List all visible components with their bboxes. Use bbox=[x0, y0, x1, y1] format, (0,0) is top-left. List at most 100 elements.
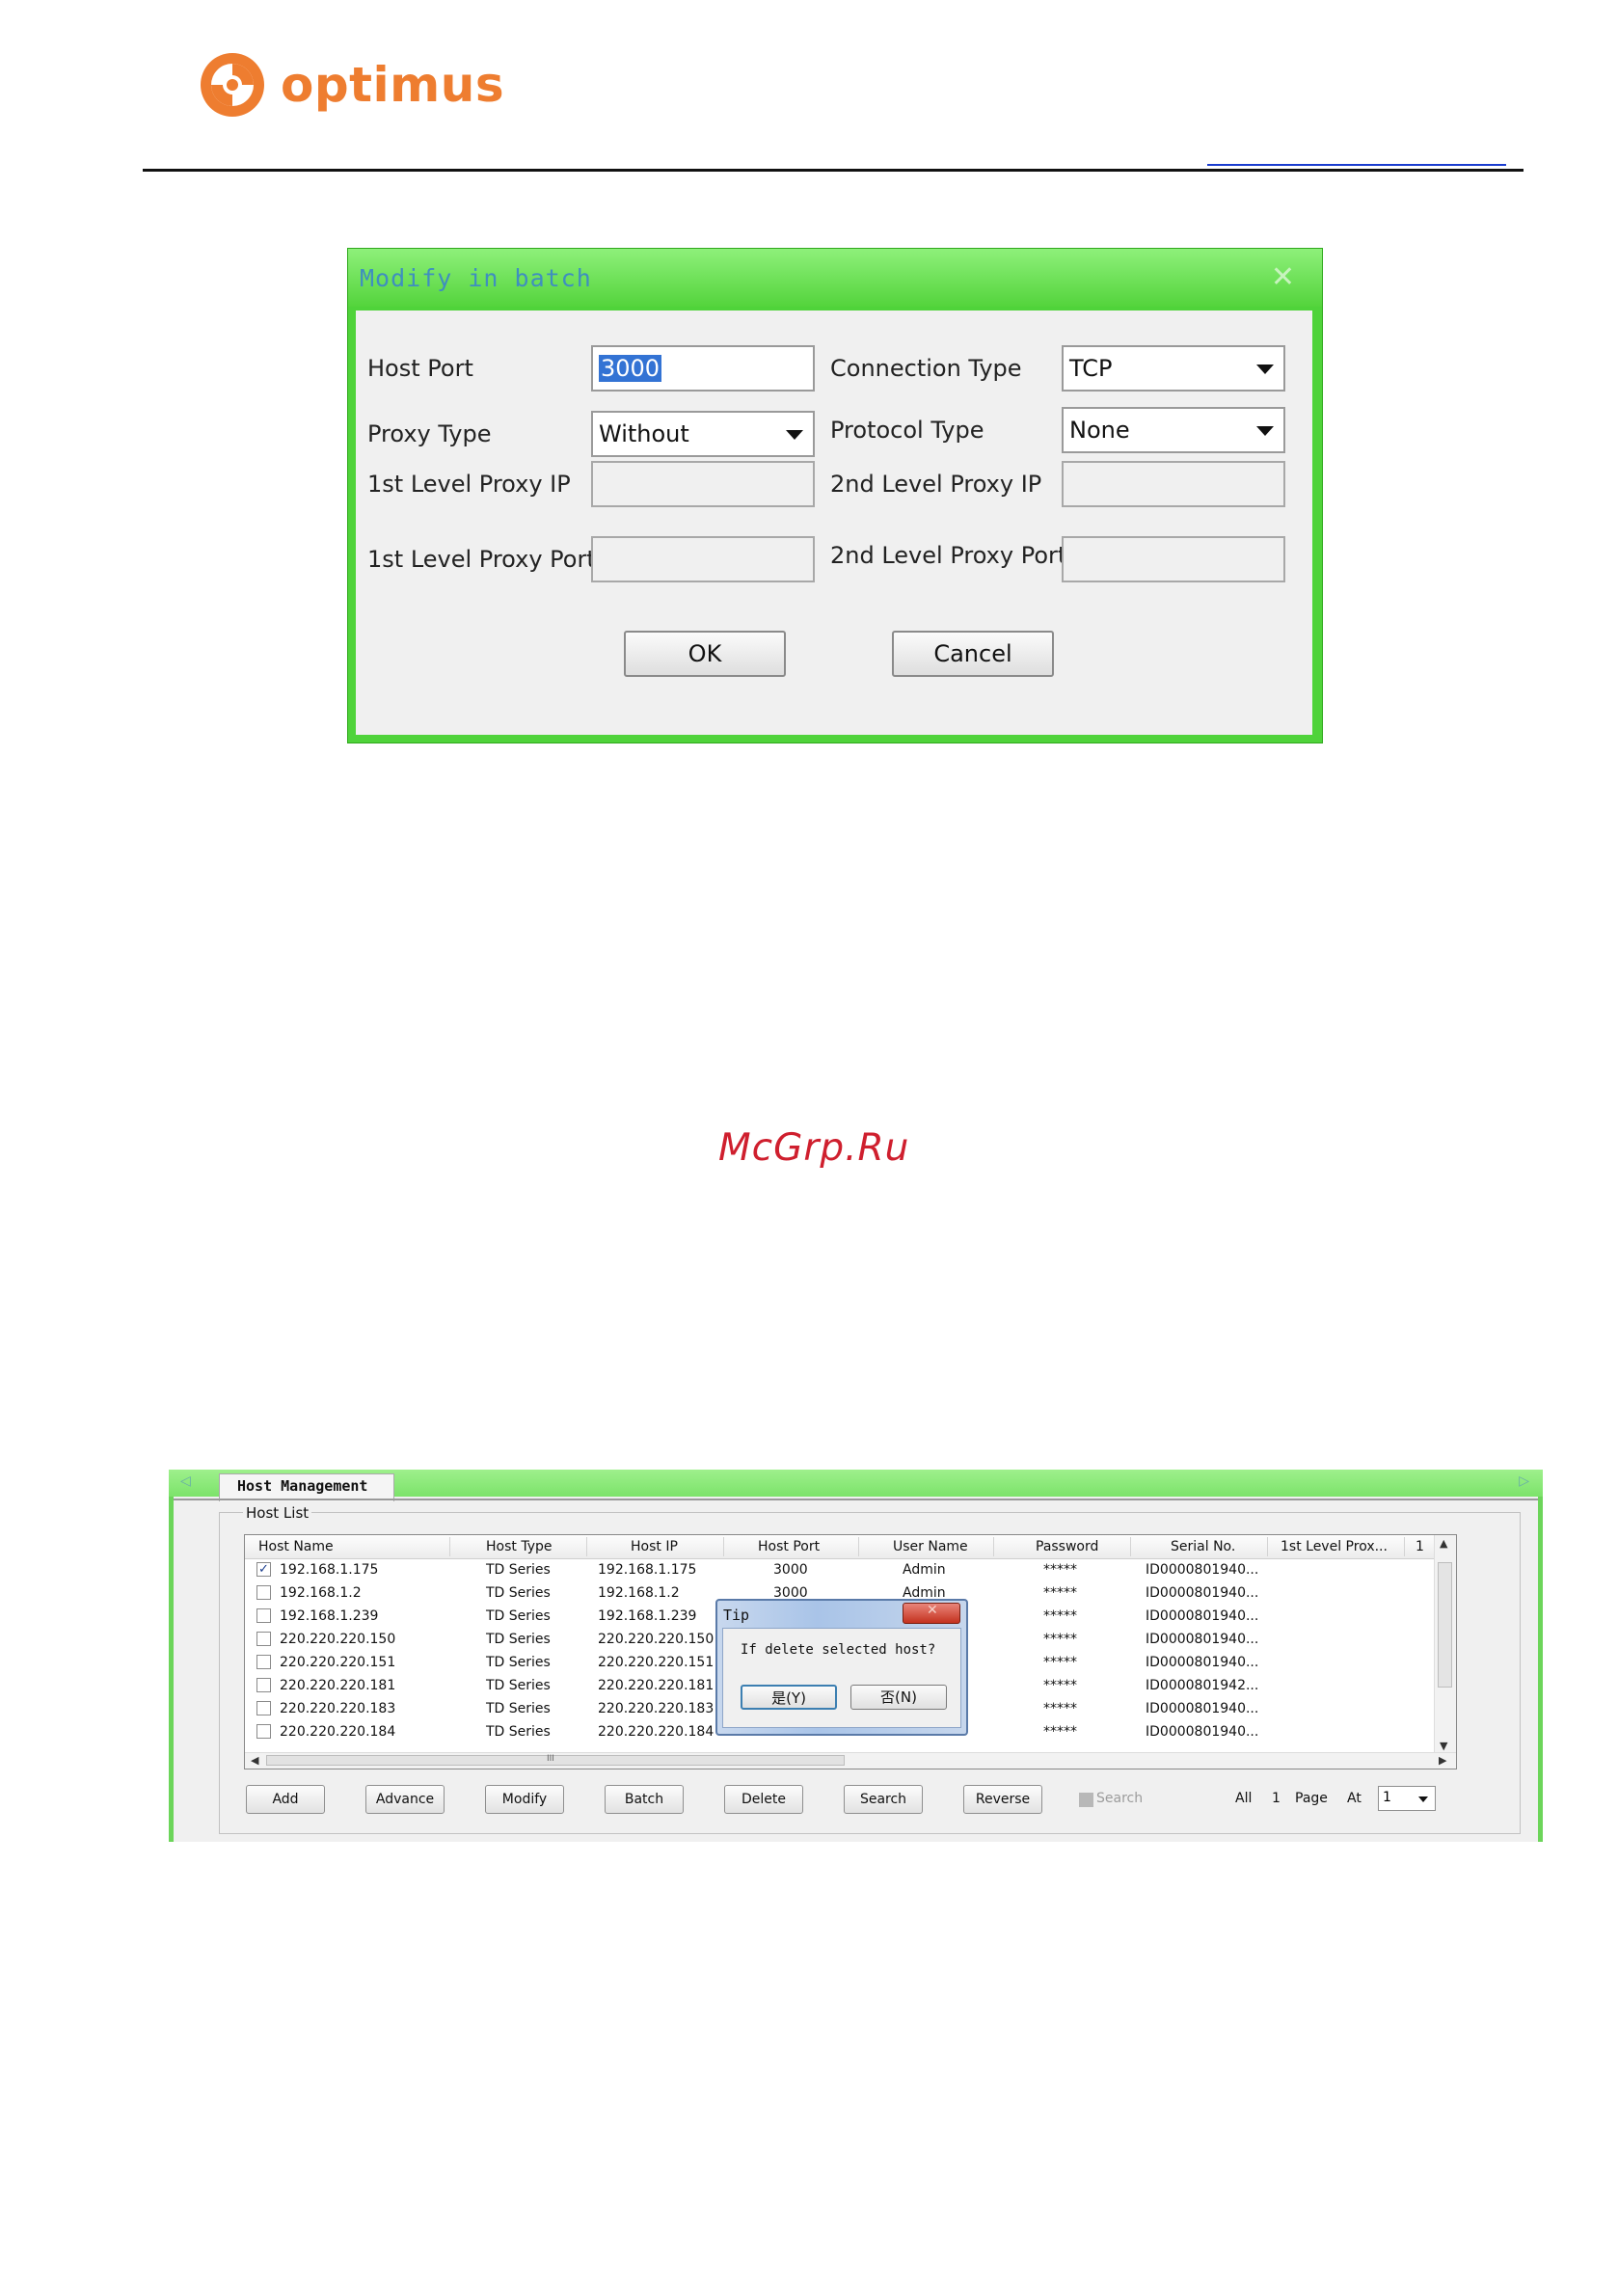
proxy-type-select[interactable]: Without bbox=[591, 411, 815, 457]
horizontal-scrollbar[interactable]: ◀ III ▶ bbox=[245, 1752, 1456, 1769]
dialog-body: Host Port 3000 Connection Type TCP Proxy… bbox=[356, 311, 1312, 735]
password-cell: ***** bbox=[1043, 1678, 1077, 1693]
host-name-cell: 192.168.1.239 bbox=[280, 1608, 379, 1624]
tab-host-management[interactable]: Host Management bbox=[219, 1473, 394, 1501]
close-icon[interactable]: ✕ bbox=[1271, 260, 1295, 294]
row-checkbox[interactable] bbox=[256, 1701, 271, 1715]
modify-button[interactable]: Modify bbox=[485, 1785, 564, 1814]
dropdown-arrow-icon bbox=[1256, 365, 1274, 374]
serial-no-cell: ID0000801940... bbox=[1146, 1562, 1259, 1578]
horizontal-scroll-thumb[interactable]: III bbox=[266, 1754, 845, 1766]
cancel-button[interactable]: Cancel bbox=[892, 631, 1054, 677]
batch-button[interactable]: Batch bbox=[605, 1785, 684, 1814]
user-name-cell: Admin bbox=[903, 1562, 946, 1578]
password-cell: ***** bbox=[1043, 1724, 1077, 1740]
column-header-host-type[interactable]: Host Type bbox=[486, 1539, 552, 1554]
proxy1-ip-input[interactable] bbox=[591, 461, 815, 507]
column-header-password[interactable]: Password bbox=[1036, 1539, 1098, 1554]
vertical-scroll-thumb[interactable] bbox=[1438, 1562, 1452, 1688]
host-ip-cell: 192.168.1.175 bbox=[598, 1562, 697, 1578]
proxy2-ip-label: 2nd Level Proxy IP bbox=[830, 471, 1042, 498]
window-border-left bbox=[169, 1497, 174, 1842]
tab-label: Host Management bbox=[237, 1477, 368, 1495]
scroll-up-icon[interactable]: ▲ bbox=[1440, 1537, 1447, 1550]
no-button[interactable]: 否(N) bbox=[850, 1685, 947, 1710]
column-separator bbox=[1404, 1537, 1405, 1556]
chevron-down-icon bbox=[1418, 1796, 1428, 1802]
scroll-right-icon[interactable]: ▷ bbox=[1519, 1473, 1529, 1489]
host-type-cell: TD Series bbox=[486, 1562, 551, 1578]
row-checkbox[interactable] bbox=[256, 1678, 271, 1692]
vertical-scrollbar[interactable]: ▲ ▼ bbox=[1434, 1535, 1456, 1755]
column-separator bbox=[1130, 1537, 1131, 1556]
row-checkbox[interactable] bbox=[256, 1608, 271, 1623]
ok-button[interactable]: OK bbox=[624, 631, 786, 677]
protocol-type-select[interactable]: None bbox=[1062, 407, 1285, 453]
host-name-cell: 192.168.1.175 bbox=[280, 1562, 379, 1578]
row-checkbox[interactable] bbox=[256, 1632, 271, 1646]
close-icon: ✕ bbox=[927, 1603, 938, 1618]
table-row[interactable]: ✓ 192.168.1.175 TD Series 192.168.1.175 3000… bbox=[245, 1558, 1436, 1581]
dialog-title-bar[interactable]: Modify in batch ✕ bbox=[348, 249, 1322, 307]
table-header: Host Name Host Type Host IP Host Port Us… bbox=[245, 1535, 1436, 1559]
column-separator bbox=[993, 1537, 994, 1556]
tip-close-button[interactable]: ✕ bbox=[903, 1603, 960, 1624]
dropdown-arrow-icon bbox=[1256, 426, 1274, 436]
tab-strip: ◁ Host Management ▷ bbox=[169, 1470, 1543, 1501]
scroll-down-icon[interactable]: ▼ bbox=[1440, 1740, 1447, 1752]
search-button[interactable]: Search bbox=[844, 1785, 923, 1814]
column-separator bbox=[858, 1537, 859, 1556]
host-name-cell: 192.168.1.2 bbox=[280, 1585, 362, 1601]
column-header-host-port[interactable]: Host Port bbox=[758, 1539, 820, 1554]
column-header-extra[interactable]: 1 bbox=[1416, 1539, 1424, 1554]
header-separator bbox=[174, 1499, 1538, 1500]
connection-type-select[interactable]: TCP bbox=[1062, 345, 1285, 392]
column-header-proxy[interactable]: 1st Level Prox... bbox=[1281, 1539, 1388, 1554]
column-header-user-name[interactable]: User Name bbox=[893, 1539, 968, 1554]
dialog-title: Modify in batch bbox=[360, 264, 592, 292]
scroll-left-arrow-icon[interactable]: ◀ bbox=[251, 1754, 258, 1767]
row-checkbox[interactable] bbox=[256, 1724, 271, 1739]
tip-body: If delete selected host? 是(Y) 否(N) bbox=[722, 1628, 961, 1728]
column-separator bbox=[586, 1537, 587, 1556]
host-ip-cell: 220.220.220.183 bbox=[598, 1701, 715, 1716]
column-separator bbox=[449, 1537, 450, 1556]
host-type-cell: TD Series bbox=[486, 1701, 551, 1716]
column-header-host-name[interactable]: Host Name bbox=[258, 1539, 334, 1554]
proxy1-port-input[interactable] bbox=[591, 536, 815, 582]
optimus-logo-icon bbox=[201, 53, 264, 117]
row-checkbox[interactable] bbox=[256, 1655, 271, 1669]
column-header-serial-no[interactable]: Serial No. bbox=[1171, 1539, 1235, 1554]
modify-in-batch-dialog: Modify in batch ✕ Host Port 3000 Connect… bbox=[347, 248, 1323, 743]
scroll-left-icon[interactable]: ◁ bbox=[180, 1473, 191, 1489]
proxy-type-label: Proxy Type bbox=[367, 420, 492, 447]
host-type-cell: TD Series bbox=[486, 1724, 551, 1740]
column-separator bbox=[723, 1537, 724, 1556]
add-button[interactable]: Add bbox=[246, 1785, 325, 1814]
yes-button[interactable]: 是(Y) bbox=[741, 1685, 837, 1710]
logo-text: optimus bbox=[281, 57, 505, 113]
host-name-cell: 220.220.220.151 bbox=[280, 1655, 396, 1670]
proxy1-ip-label: 1st Level Proxy IP bbox=[367, 471, 571, 498]
proxy-type-value: Without bbox=[599, 420, 689, 447]
reverse-button[interactable]: Reverse bbox=[963, 1785, 1042, 1814]
delete-button[interactable]: Delete bbox=[724, 1785, 803, 1814]
host-ip-cell: 220.220.220.184 bbox=[598, 1724, 715, 1740]
host-port-input[interactable]: 3000 bbox=[591, 345, 815, 392]
page-select[interactable]: 1 bbox=[1378, 1786, 1436, 1811]
row-checkbox[interactable]: ✓ bbox=[256, 1562, 271, 1577]
serial-no-cell: ID0000801940... bbox=[1146, 1632, 1259, 1647]
proxy2-ip-input[interactable] bbox=[1062, 461, 1285, 507]
brand-logo: optimus bbox=[198, 50, 504, 120]
password-cell: ***** bbox=[1043, 1562, 1077, 1578]
column-header-host-ip[interactable]: Host IP bbox=[631, 1539, 678, 1554]
search-checkbox[interactable] bbox=[1079, 1793, 1093, 1807]
scroll-right-arrow-icon[interactable]: ▶ bbox=[1439, 1754, 1446, 1767]
advance-button[interactable]: Advance bbox=[365, 1785, 445, 1814]
tip-title: Tip bbox=[723, 1607, 750, 1624]
host-port-value: 3000 bbox=[599, 355, 662, 382]
row-checkbox[interactable] bbox=[256, 1585, 271, 1600]
serial-no-cell: ID0000801940... bbox=[1146, 1655, 1259, 1670]
proxy2-port-input[interactable] bbox=[1062, 536, 1285, 582]
serial-no-cell: ID0000801940... bbox=[1146, 1701, 1259, 1716]
